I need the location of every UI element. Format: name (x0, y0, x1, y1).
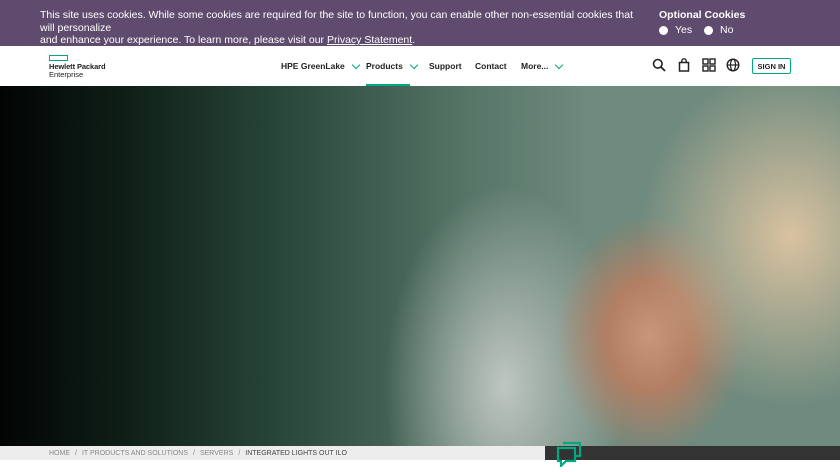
grid-icon[interactable] (702, 58, 716, 72)
search-icon[interactable] (652, 58, 666, 72)
sign-in-button[interactable]: SIGN IN (752, 58, 791, 74)
cookies-no-label: No (720, 24, 734, 36)
cookie-banner: This site uses cookies. While some cooki… (0, 0, 840, 46)
chevron-down-icon (409, 60, 419, 69)
hero-image (0, 86, 840, 446)
privacy-statement-link[interactable]: Privacy Statement (327, 34, 412, 46)
cookie-text-end: . (412, 34, 416, 46)
optional-cookies-title: Optional Cookies (659, 9, 746, 21)
site-header: Hewlett Packard Enterprise HPE GreenLake… (0, 46, 840, 86)
cookie-message: This site uses cookies. While some cooki… (40, 9, 640, 47)
breadcrumb-home[interactable]: HOME (49, 450, 70, 457)
cookie-text-line1: This site uses cookies. While some cooki… (40, 9, 633, 34)
cookies-no-radio[interactable]: No (704, 24, 733, 36)
cart-icon[interactable] (677, 58, 691, 72)
hpe-logo[interactable]: Hewlett Packard Enterprise (49, 55, 106, 79)
nav-more[interactable]: More... (521, 60, 564, 71)
chevron-down-icon (555, 60, 564, 69)
nav-products-label: Products (366, 61, 403, 71)
hpe-logo-mark-icon (49, 55, 68, 61)
nav-contact-label: Contact (475, 61, 507, 71)
breadcrumb-separator: / (238, 449, 241, 457)
cookies-yes-radio[interactable]: Yes (659, 24, 692, 36)
chevron-down-icon (351, 60, 361, 69)
cookies-yes-label: Yes (675, 24, 693, 36)
nav-more-label: More... (521, 61, 549, 71)
footer-dark-bar (545, 446, 840, 460)
breadcrumb-it-products[interactable]: IT PRODUCTS AND SOLUTIONS (82, 450, 188, 457)
nav-hpe-greenlake[interactable]: HPE GreenLake (281, 60, 361, 71)
radio-circle-icon (659, 25, 668, 35)
nav-support-label: Support (429, 61, 462, 71)
radio-circle-icon (704, 25, 713, 35)
nav-support[interactable]: Support (429, 61, 462, 71)
nav-contact[interactable]: Contact (475, 61, 507, 71)
nav-products[interactable]: Products (366, 60, 419, 71)
breadcrumb: HOME / IT PRODUCTS AND SOLUTIONS / SERVE… (0, 446, 545, 460)
breadcrumb-separator: / (193, 449, 195, 457)
chat-icon[interactable] (556, 441, 582, 467)
logo-line2: Enterprise (49, 70, 84, 79)
breadcrumb-servers[interactable]: SERVERS (200, 450, 233, 457)
nav-greenlake-label: HPE GreenLake (281, 61, 345, 71)
breadcrumb-separator: / (75, 449, 77, 457)
cookie-text-line2: and enhance your experience. To learn mo… (40, 34, 327, 46)
globe-icon[interactable] (726, 58, 740, 72)
breadcrumb-current: INTEGRATED LIGHTS OUT ILO (245, 449, 347, 457)
